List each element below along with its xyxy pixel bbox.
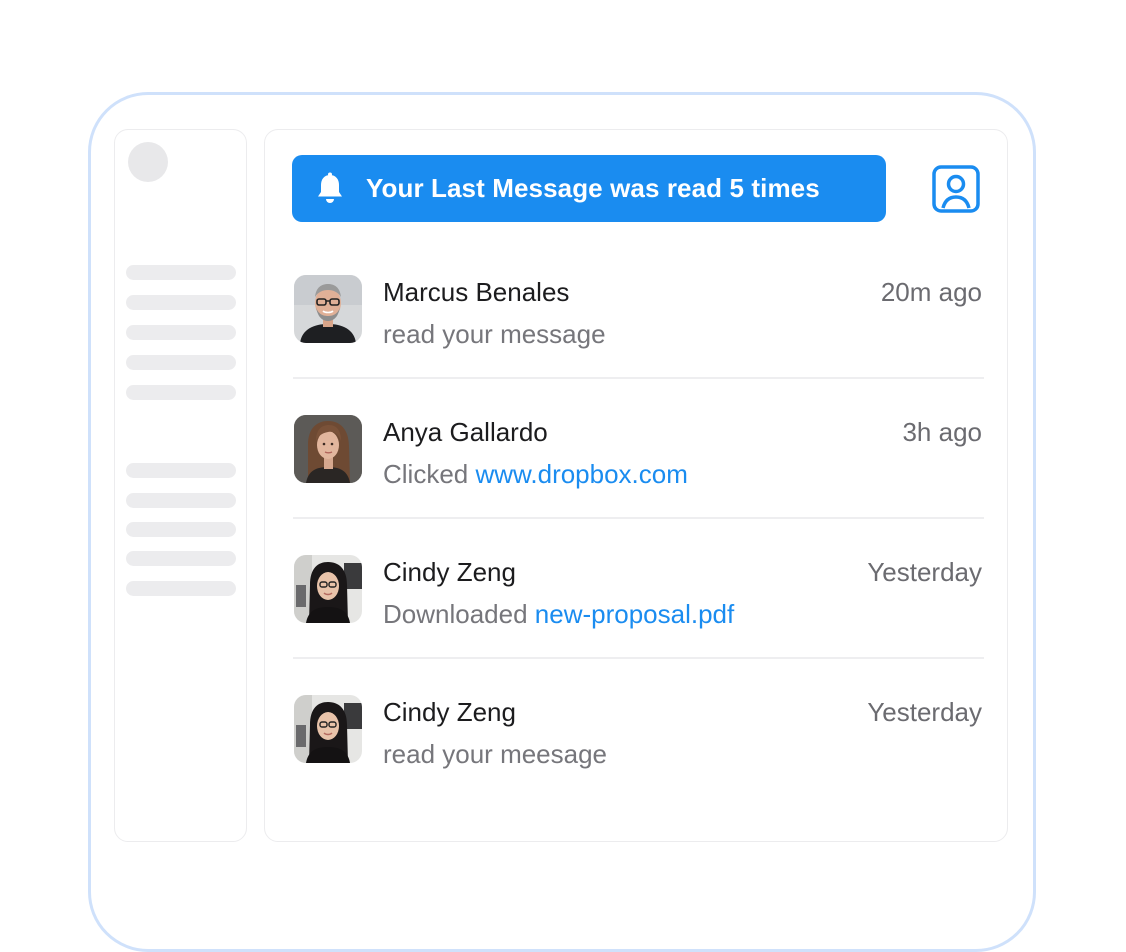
sidebar-placeholder-bar (126, 265, 236, 280)
activity-panel: Your Last Message was read 5 times Marcu… (264, 129, 1008, 842)
activity-description: Clicked www.dropbox.com (383, 459, 688, 490)
avatar (294, 275, 362, 343)
avatar (294, 555, 362, 623)
activity-link[interactable]: new-proposal.pdf (535, 599, 734, 629)
activity-text: Clicked (383, 459, 476, 489)
contact-name: Marcus Benales (383, 277, 570, 307)
activity-description: read your meesage (383, 739, 607, 770)
sidebar-avatar-placeholder (128, 142, 168, 182)
activity-link[interactable]: www.dropbox.com (475, 459, 687, 489)
avatar (294, 415, 362, 483)
activity-item[interactable]: Cindy Zeng Yesterday read your meesage (293, 695, 984, 815)
activity-text: read your message (383, 319, 606, 349)
activity-text: read your meesage (383, 739, 608, 769)
sidebar-placeholder-bar (126, 493, 236, 508)
bell-icon (314, 172, 346, 206)
avatar (294, 695, 362, 763)
activity-text: Downloaded (383, 599, 535, 629)
contact-name: Anya Gallardo (383, 417, 548, 447)
activity-description: read your message (383, 319, 606, 350)
timestamp: 3h ago (902, 417, 982, 447)
sidebar (114, 129, 247, 842)
timestamp: Yesterday (867, 557, 982, 587)
sidebar-placeholder-bar (126, 522, 236, 537)
sidebar-placeholder-bar (126, 295, 236, 310)
sidebar-placeholder-bar (126, 551, 236, 566)
divider (293, 517, 984, 519)
profile-card-icon[interactable] (931, 164, 981, 214)
sidebar-placeholder-bar (126, 463, 236, 478)
timestamp: Yesterday (867, 697, 982, 727)
contact-name: Cindy Zeng (383, 697, 516, 727)
notification-banner-text: Your Last Message was read 5 times (366, 173, 820, 203)
sidebar-placeholder-bar (126, 355, 236, 370)
activity-description: Downloaded new-proposal.pdf (383, 599, 734, 630)
notification-banner[interactable]: Your Last Message was read 5 times (292, 155, 886, 222)
sidebar-placeholder-bar (126, 581, 236, 596)
sidebar-placeholder-bar (126, 385, 236, 400)
divider (293, 657, 984, 659)
sidebar-placeholder-bar (126, 325, 236, 340)
divider (293, 377, 984, 379)
contact-name: Cindy Zeng (383, 557, 516, 587)
timestamp: 20m ago (880, 277, 982, 307)
